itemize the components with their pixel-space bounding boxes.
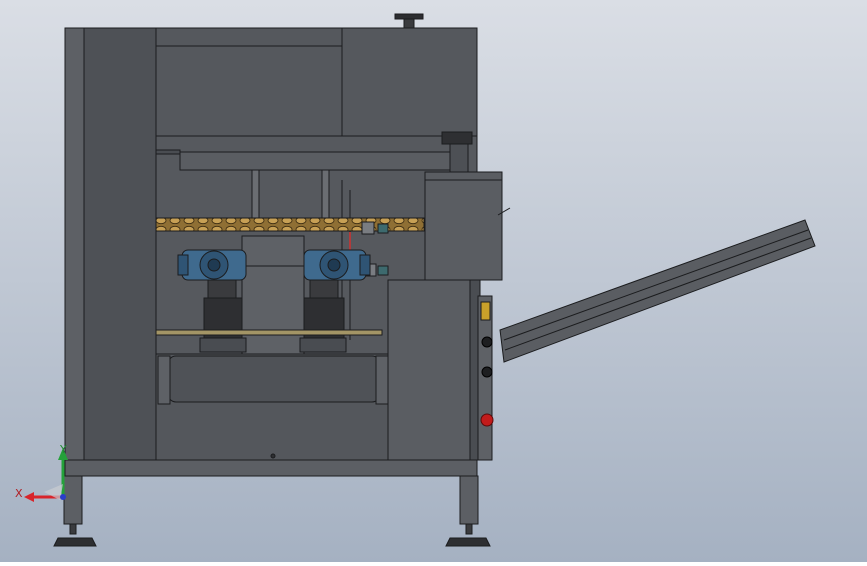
triad-x-label: X (15, 487, 23, 500)
z-axis-icon (60, 494, 66, 500)
base-frame (64, 459, 478, 477)
emergency-stop-icon[interactable] (480, 413, 494, 427)
left-foot-pad (53, 537, 97, 547)
conveyor-roller-belt (167, 355, 381, 403)
left-frame-post (64, 27, 86, 461)
guide-rod-left (251, 169, 260, 219)
selector-switch-2-icon[interactable] (481, 366, 493, 378)
drive-shaft (155, 329, 383, 336)
right-leg (459, 475, 479, 525)
center-column (241, 235, 305, 357)
guide-rod-right (321, 169, 330, 219)
selector-switch-icon[interactable] (481, 336, 493, 348)
control-cabinet-upper (424, 171, 503, 281)
triad-y-label: Y (59, 443, 67, 456)
control-cabinet-lower (387, 279, 479, 461)
top-bearing-block (441, 131, 473, 145)
indicator-lamp-icon (480, 301, 491, 321)
left-leg (63, 475, 83, 525)
cross-beam (179, 151, 453, 171)
machine-drawing: Y X (0, 0, 867, 562)
upper-cover-panel (155, 27, 343, 137)
right-foot-pad (445, 537, 491, 547)
left-side-panel (83, 27, 157, 461)
upper-right-panel (341, 27, 478, 137)
cad-viewport[interactable]: Y X (0, 0, 867, 562)
